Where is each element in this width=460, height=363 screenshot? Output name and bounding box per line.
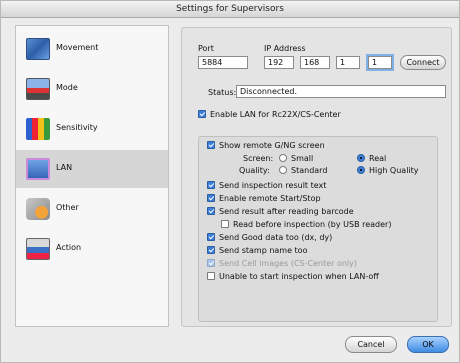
port-label: Port: [198, 44, 214, 53]
connect-button[interactable]: Connect: [400, 55, 446, 70]
sidebar: Movement Mode Sensitivity LAN Other Acti…: [15, 25, 169, 327]
quality-high-radio[interactable]: [357, 166, 365, 174]
sidebar-item-label: Other: [56, 203, 79, 212]
enable-remote-checkbox[interactable]: [207, 194, 215, 202]
enable-remote-label: Enable remote Start/Stop: [219, 194, 321, 203]
enable-lan-checkbox[interactable]: [198, 110, 206, 118]
screen-small-radio[interactable]: [279, 154, 287, 162]
sidebar-item-lan[interactable]: LAN: [16, 150, 168, 188]
quality-label: Quality:: [239, 166, 270, 175]
ip-address-label: IP Address: [264, 44, 306, 53]
send-good-checkbox[interactable]: [207, 233, 215, 241]
sidebar-item-other[interactable]: Other: [16, 190, 168, 228]
quality-standard-radio[interactable]: [279, 166, 287, 174]
sidebar-item-label: Sensitivity: [56, 123, 98, 132]
screen-real-radio[interactable]: [357, 154, 365, 162]
lan-options-group: Show remote G/NG screen Screen: Small Re…: [198, 136, 438, 322]
status-field: Disconnected.: [236, 85, 446, 98]
ip-octet-1-field[interactable]: 192: [264, 56, 294, 69]
send-after-barcode-label: Send result after reading barcode: [219, 207, 354, 216]
send-cell-images-label: Send Cell images (CS-Center only): [219, 259, 357, 268]
send-inspection-label: Send inspection result text: [219, 181, 327, 190]
send-after-barcode-checkbox[interactable]: [207, 207, 215, 215]
send-stamp-label: Send stamp name too: [219, 246, 308, 255]
other-icon: [26, 198, 50, 220]
read-before-label: Read before inspection (by USB reader): [233, 220, 392, 229]
sidebar-item-label: Movement: [56, 43, 99, 52]
movement-icon: [26, 38, 50, 60]
sidebar-item-label: LAN: [56, 163, 73, 172]
lan-icon: [26, 158, 50, 180]
send-stamp-checkbox[interactable]: [207, 246, 215, 254]
window-title: Settings for Supervisors: [1, 1, 459, 18]
unable-start-checkbox[interactable]: [207, 272, 215, 280]
read-before-checkbox[interactable]: [221, 220, 229, 228]
cancel-button[interactable]: Cancel: [345, 336, 397, 353]
sidebar-item-sensitivity[interactable]: Sensitivity: [16, 110, 168, 148]
sensitivity-icon: [26, 118, 50, 140]
sidebar-item-movement[interactable]: Movement: [16, 30, 168, 68]
ok-button[interactable]: OK: [407, 336, 449, 353]
settings-window: Settings for Supervisors Movement Mode S…: [0, 0, 460, 363]
lan-settings-panel: Port IP Address 5884 192 168 1 1 Connect…: [181, 27, 452, 327]
ip-octet-2-field[interactable]: 168: [300, 56, 330, 69]
status-label: Status:: [208, 88, 237, 97]
ip-octet-3-field[interactable]: 1: [336, 56, 360, 69]
send-cell-images-checkbox: [207, 259, 215, 267]
sidebar-item-action[interactable]: Action: [16, 230, 168, 268]
screen-label: Screen:: [243, 154, 274, 163]
action-icon: [26, 238, 50, 260]
screen-small-label: Small: [291, 154, 314, 163]
sidebar-item-label: Mode: [56, 83, 78, 92]
sidebar-item-label: Action: [56, 243, 82, 252]
screen-real-label: Real: [369, 154, 387, 163]
show-remote-screen-label: Show remote G/NG screen: [219, 141, 325, 150]
port-field[interactable]: 5884: [198, 56, 248, 69]
quality-standard-label: Standard: [291, 166, 328, 175]
show-remote-screen-checkbox[interactable]: [207, 141, 215, 149]
send-inspection-checkbox[interactable]: [207, 181, 215, 189]
enable-lan-label: Enable LAN for Rc22X/CS-Center: [210, 110, 341, 119]
sidebar-item-mode[interactable]: Mode: [16, 70, 168, 108]
quality-high-label: High Quality: [369, 166, 419, 175]
unable-start-label: Unable to start inspection when LAN-off: [219, 272, 379, 281]
mode-icon: [26, 78, 50, 100]
ip-octet-4-field[interactable]: 1: [368, 56, 392, 69]
send-good-label: Send Good data too (dx, dy): [219, 233, 333, 242]
